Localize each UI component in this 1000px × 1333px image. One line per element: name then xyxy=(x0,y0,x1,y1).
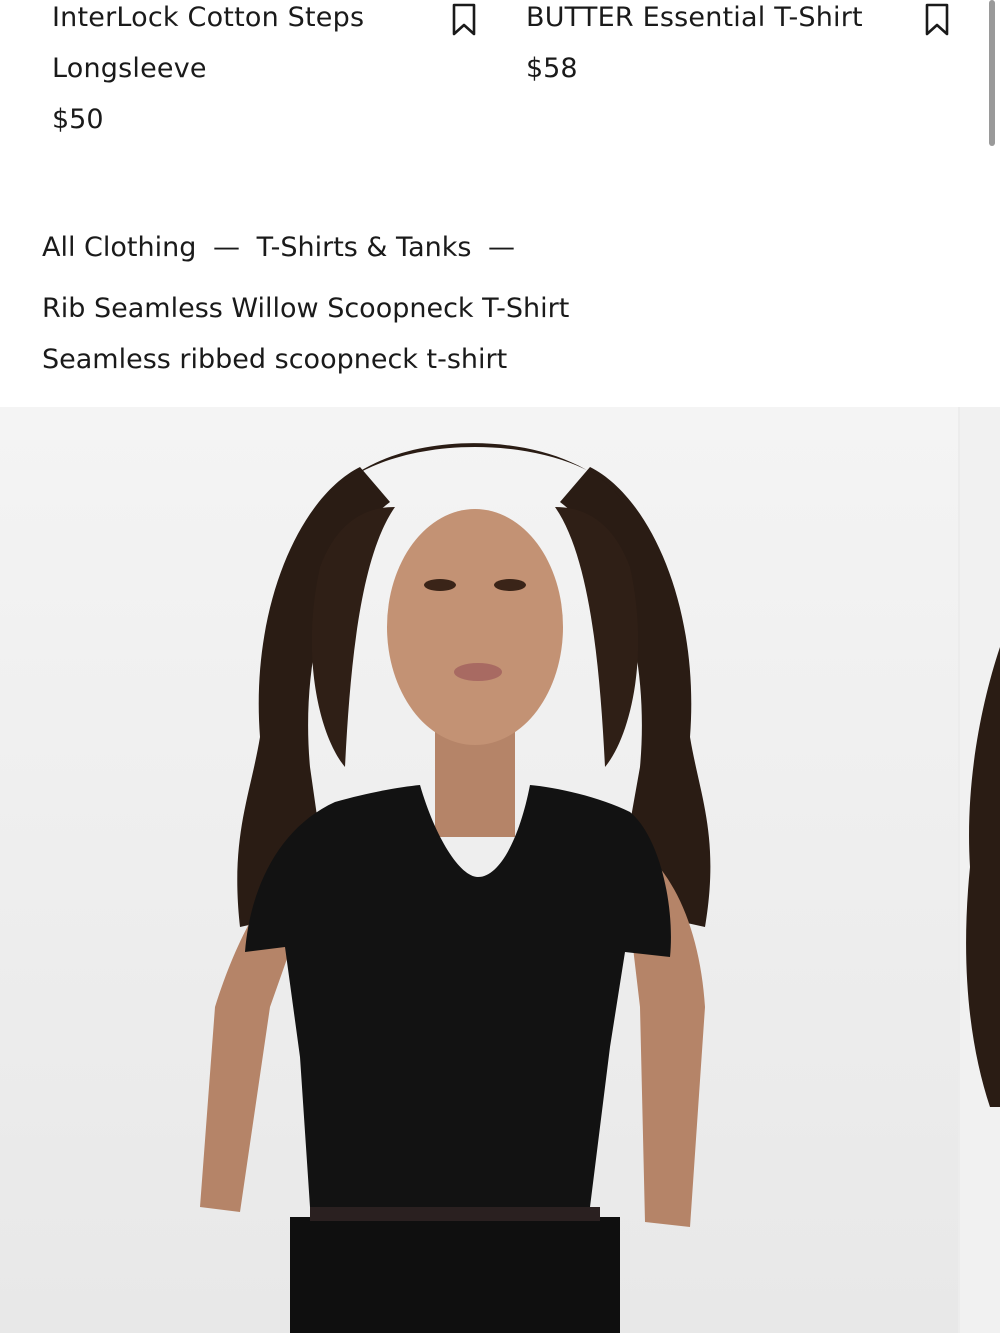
product-price: $50 xyxy=(52,104,104,135)
related-product-card[interactable]: BUTTER Essential T-Shirt $58 xyxy=(526,0,906,94)
bookmark-icon[interactable] xyxy=(922,2,952,42)
product-title: Rib Seamless Willow Scoopneck T-Shirt xyxy=(42,293,570,324)
breadcrumb-separator: — xyxy=(488,232,516,263)
breadcrumb-separator: — xyxy=(212,232,240,263)
product-price: $58 xyxy=(526,53,578,84)
breadcrumb: All Clothing — T-Shirts & Tanks — xyxy=(42,222,515,273)
product-image[interactable] xyxy=(0,407,958,1333)
product-image-next[interactable] xyxy=(960,407,1000,1333)
product-subtitle: Seamless ribbed scoopneck t-shirt xyxy=(42,344,508,375)
related-product-card[interactable]: InterLock Cotton Steps Longsleeve $50 xyxy=(52,0,432,145)
scrollbar[interactable] xyxy=(989,0,995,146)
product-name[interactable]: BUTTER Essential T-Shirt xyxy=(526,0,906,43)
breadcrumb-item-all-clothing[interactable]: All Clothing xyxy=(42,232,196,263)
breadcrumb-item-tshirts-tanks[interactable]: T-Shirts & Tanks xyxy=(257,232,472,263)
bookmark-icon[interactable] xyxy=(449,2,479,42)
product-name[interactable]: InterLock Cotton Steps Longsleeve xyxy=(52,0,432,94)
product-image-gallery[interactable] xyxy=(0,407,1000,1333)
